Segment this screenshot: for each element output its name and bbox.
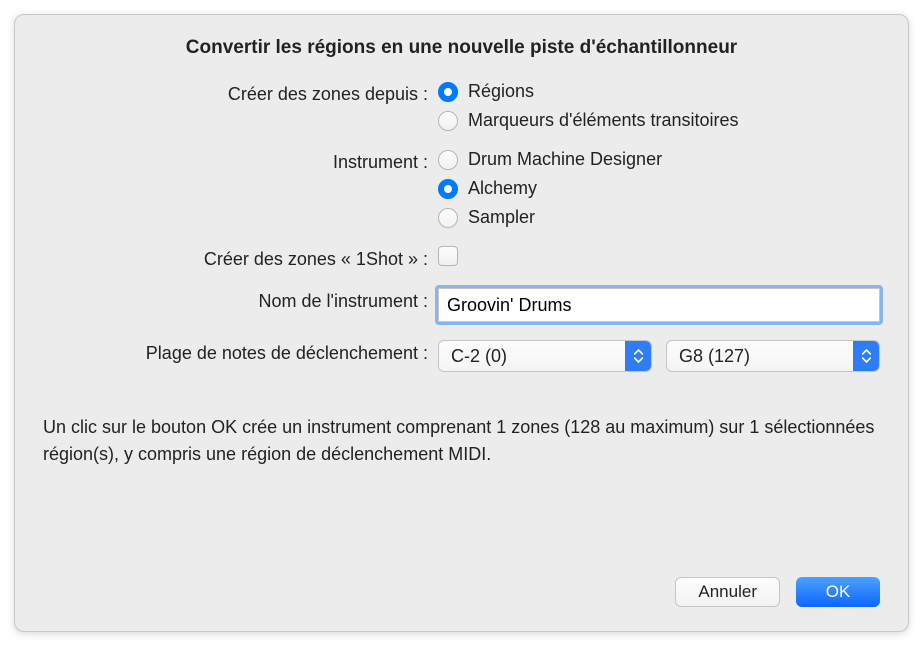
oneshot-checkbox[interactable]: [438, 246, 458, 266]
chevron-updown-icon: [853, 341, 879, 371]
dialog-title: Convertir les régions en une nouvelle pi…: [43, 37, 880, 59]
create-zones-label: Créer des zones depuis :: [43, 81, 438, 105]
radio-regions-label: Régions: [468, 81, 534, 102]
instrument-name-label: Nom de l'instrument :: [43, 288, 438, 312]
radio-dmd-label: Drum Machine Designer: [468, 149, 662, 170]
chevron-updown-icon: [625, 341, 651, 371]
radio-transients-label: Marqueurs d'éléments transitoires: [468, 110, 739, 131]
instrument-label: Instrument :: [43, 149, 438, 173]
radio-alchemy[interactable]: Alchemy: [438, 178, 880, 199]
cancel-button[interactable]: Annuler: [675, 577, 780, 607]
radio-transients[interactable]: Marqueurs d'éléments transitoires: [438, 110, 880, 131]
radio-regions[interactable]: Régions: [438, 81, 880, 102]
radio-icon: [438, 82, 458, 102]
oneshot-label: Créer des zones « 1Shot » :: [43, 246, 438, 270]
dialog-buttons: Annuler OK: [675, 577, 880, 607]
radio-icon: [438, 150, 458, 170]
trigger-high-select[interactable]: G8 (127): [666, 340, 880, 372]
trigger-low-value: C-2 (0): [451, 346, 507, 367]
trigger-range-label: Plage de notes de déclenchement :: [43, 340, 438, 364]
radio-icon: [438, 208, 458, 228]
ok-button[interactable]: OK: [796, 577, 880, 607]
trigger-high-value: G8 (127): [679, 346, 750, 367]
radio-sampler[interactable]: Sampler: [438, 207, 880, 228]
radio-sampler-label: Sampler: [468, 207, 535, 228]
info-text: Un clic sur le bouton OK crée un instrum…: [43, 414, 880, 468]
radio-icon: [438, 179, 458, 199]
convert-regions-dialog: Convertir les régions en une nouvelle pi…: [14, 14, 909, 632]
radio-dmd[interactable]: Drum Machine Designer: [438, 149, 880, 170]
instrument-name-input[interactable]: [438, 288, 880, 322]
radio-icon: [438, 111, 458, 131]
trigger-low-select[interactable]: C-2 (0): [438, 340, 652, 372]
radio-alchemy-label: Alchemy: [468, 178, 537, 199]
